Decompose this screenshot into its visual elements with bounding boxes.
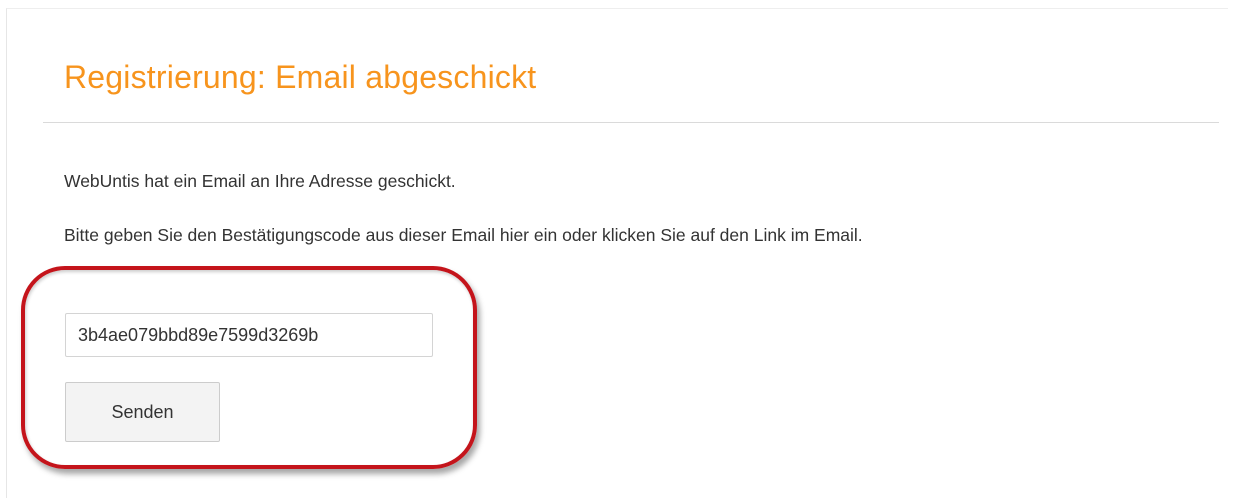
send-button[interactable]: Senden	[65, 382, 220, 442]
title-divider	[43, 122, 1219, 123]
registration-panel: Registrierung: Email abgeschickt WebUnti…	[6, 8, 1228, 498]
page-title: Registrierung: Email abgeschickt	[64, 59, 537, 95]
email-sent-message: WebUntis hat ein Email an Ihre Adresse g…	[64, 171, 456, 191]
confirmation-code-input[interactable]	[65, 313, 433, 357]
confirmation-instruction: Bitte geben Sie den Bestätigungscode aus…	[64, 225, 863, 245]
